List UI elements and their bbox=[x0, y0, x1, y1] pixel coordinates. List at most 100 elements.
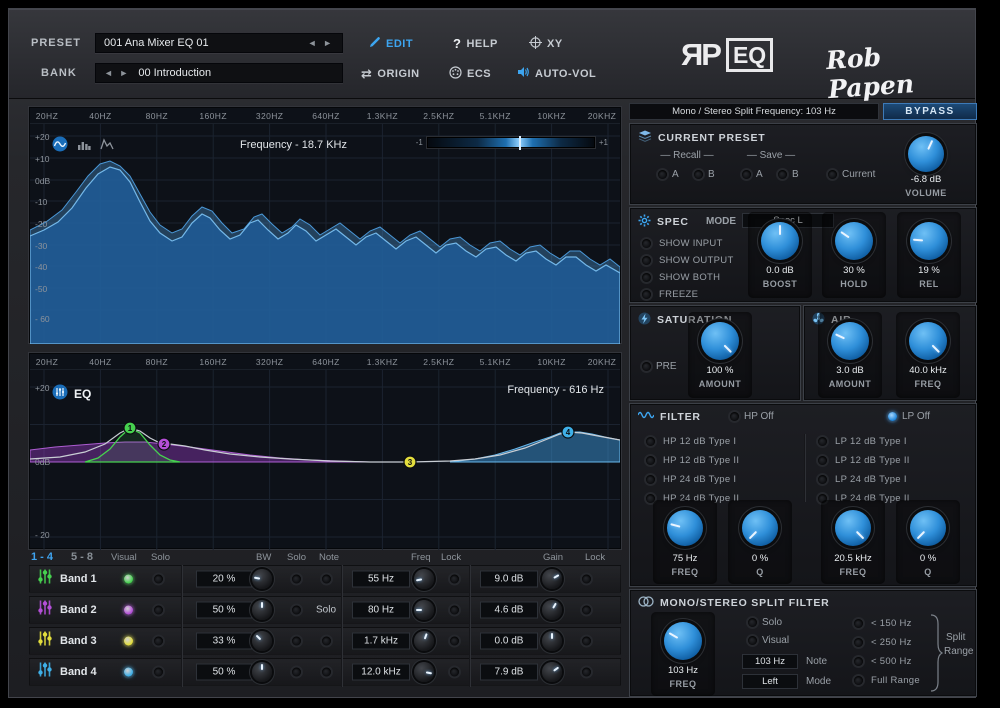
band-freq-knob[interactable] bbox=[414, 662, 434, 682]
split-range-option-150-hz[interactable]: < 150 Hz bbox=[854, 614, 920, 633]
band-gain-value[interactable]: 4.6 dB bbox=[480, 602, 538, 619]
band-freq-value[interactable]: 12.0 kHz bbox=[352, 664, 410, 681]
spec-option-show-output[interactable]: SHOW OUTPUT bbox=[642, 252, 734, 269]
band-gain-value[interactable]: 9.0 dB bbox=[480, 571, 538, 588]
band-bw-value[interactable]: 50 % bbox=[196, 664, 252, 681]
band-bw-value[interactable]: 50 % bbox=[196, 602, 252, 619]
split-note-value[interactable]: 103 Hz bbox=[742, 654, 798, 669]
hp-freq-knob[interactable] bbox=[667, 510, 703, 546]
band-freq-knob[interactable] bbox=[414, 569, 434, 589]
band-freq-value[interactable]: 80 Hz bbox=[352, 602, 410, 619]
split-range-option-500-hz[interactable]: < 500 Hz bbox=[854, 652, 920, 671]
band-visual-led[interactable] bbox=[124, 575, 133, 584]
band-bw-knob[interactable] bbox=[252, 662, 272, 682]
save-a-led[interactable] bbox=[742, 170, 751, 179]
filter-option-hp-24-db-type-i[interactable]: HP 24 dB Type I bbox=[646, 470, 739, 489]
band-note-led[interactable] bbox=[322, 637, 331, 646]
band-freq-lock-led[interactable] bbox=[450, 637, 459, 646]
split-solo-led[interactable] bbox=[748, 618, 757, 627]
filter-option-lp-12-db-type-i[interactable]: LP 12 dB Type I bbox=[818, 432, 910, 451]
hp-q-knob[interactable] bbox=[742, 510, 778, 546]
lp-freq-knob[interactable] bbox=[835, 510, 871, 546]
spec-option-show-both[interactable]: SHOW BOTH bbox=[642, 269, 734, 286]
bypass-button[interactable]: BYPASS bbox=[883, 103, 977, 120]
volume-knob[interactable] bbox=[908, 136, 944, 172]
band-solo2-led[interactable] bbox=[292, 668, 301, 677]
air-freq-knob[interactable] bbox=[909, 322, 947, 360]
band-freq-lock-led[interactable] bbox=[450, 668, 459, 677]
preset-selector[interactable]: 001 Ana Mixer EQ 01 ◄ ► bbox=[95, 33, 343, 53]
band-gain-lock-led[interactable] bbox=[582, 606, 591, 615]
band-solo2-led[interactable] bbox=[292, 575, 301, 584]
bank-selector[interactable]: ◄ ► 00 Introduction bbox=[95, 63, 343, 83]
band-visual-led[interactable] bbox=[124, 668, 133, 677]
hp-off-led[interactable] bbox=[730, 412, 739, 421]
preset-prev-next-arrows[interactable]: ◄ ► bbox=[308, 38, 334, 48]
eq-band-node-1[interactable]: 1 bbox=[124, 422, 136, 434]
band-gain-value[interactable]: 0.0 dB bbox=[480, 633, 538, 650]
split-range-option-250-hz[interactable]: < 250 Hz bbox=[854, 633, 920, 652]
spec-option-freeze[interactable]: FREEZE bbox=[642, 286, 734, 303]
band-freq-lock-led[interactable] bbox=[450, 606, 459, 615]
band-bw-knob[interactable] bbox=[252, 600, 272, 620]
air-amount-knob[interactable] bbox=[831, 322, 869, 360]
band-solo-led[interactable] bbox=[154, 668, 163, 677]
save-b-led[interactable] bbox=[778, 170, 787, 179]
lp-off-led[interactable] bbox=[888, 412, 897, 421]
recall-a-led[interactable] bbox=[658, 170, 667, 179]
recall-b-led[interactable] bbox=[694, 170, 703, 179]
edit-button[interactable]: EDIT bbox=[369, 36, 413, 51]
band-gain-value[interactable]: 7.9 dB bbox=[480, 664, 538, 681]
spec-option-show-input[interactable]: SHOW INPUT bbox=[642, 235, 734, 252]
band-gain-lock-led[interactable] bbox=[582, 637, 591, 646]
tab-bands-5-8[interactable]: 5 - 8 bbox=[71, 551, 93, 563]
band-freq-lock-led[interactable] bbox=[450, 575, 459, 584]
bank-prev-next-arrows[interactable]: ◄ ► bbox=[104, 68, 130, 78]
current-led[interactable] bbox=[828, 170, 837, 179]
band-bw-knob[interactable] bbox=[252, 631, 272, 651]
origin-button[interactable]: ⇄ ORIGIN bbox=[361, 66, 420, 82]
band-gain-knob[interactable] bbox=[542, 631, 562, 651]
split-mode-value[interactable]: Left bbox=[742, 674, 798, 689]
band-gain-lock-led[interactable] bbox=[582, 668, 591, 677]
boost-knob[interactable] bbox=[761, 222, 799, 260]
band-bw-value[interactable]: 33 % bbox=[196, 633, 252, 650]
tilt-slider-track[interactable] bbox=[427, 137, 595, 148]
band-solo-led[interactable] bbox=[154, 606, 163, 615]
spectrum-tilt-slider[interactable]: -1 +1 bbox=[416, 137, 608, 148]
ecs-button[interactable]: ECS bbox=[449, 66, 491, 82]
saturation-pre-led[interactable] bbox=[642, 362, 651, 371]
band-visual-led[interactable] bbox=[124, 637, 133, 646]
band-solo-led[interactable] bbox=[154, 575, 163, 584]
eq-band-node-3[interactable]: 3 bbox=[404, 456, 416, 468]
tilt-slider-handle[interactable] bbox=[519, 136, 521, 150]
xy-button[interactable]: XY bbox=[529, 36, 563, 52]
filter-option-lp-12-db-type-ii[interactable]: LP 12 dB Type II bbox=[818, 451, 910, 470]
band-solo2-led[interactable] bbox=[292, 606, 301, 615]
band-freq-value[interactable]: 55 Hz bbox=[352, 571, 410, 588]
band-solo2-led[interactable] bbox=[292, 637, 301, 646]
band-gain-knob[interactable] bbox=[542, 569, 562, 589]
spectrum-graph[interactable] bbox=[30, 124, 620, 344]
band-gain-lock-led[interactable] bbox=[582, 575, 591, 584]
split-freq-knob[interactable] bbox=[664, 622, 702, 660]
hold-knob[interactable] bbox=[835, 222, 873, 260]
spectrum-bars-icon[interactable] bbox=[77, 137, 91, 156]
band-note-led[interactable] bbox=[322, 575, 331, 584]
band-gain-knob[interactable] bbox=[542, 662, 562, 682]
spectrum-decay-icon[interactable] bbox=[100, 137, 114, 156]
filter-option-hp-12-db-type-ii[interactable]: HP 12 dB Type II bbox=[646, 451, 739, 470]
band-solo-led[interactable] bbox=[154, 637, 163, 646]
saturation-amount-knob[interactable] bbox=[701, 322, 739, 360]
auto-vol-button[interactable]: AUTO-VOL bbox=[517, 66, 596, 81]
eq-graph[interactable]: 1234 bbox=[30, 370, 620, 550]
band-bw-value[interactable]: 20 % bbox=[196, 571, 252, 588]
tab-bands-1-4[interactable]: 1 - 4 bbox=[31, 551, 53, 563]
band-gain-knob[interactable] bbox=[542, 600, 562, 620]
band-bw-knob[interactable] bbox=[252, 569, 272, 589]
filter-option-hp-12-db-type-i[interactable]: HP 12 dB Type I bbox=[646, 432, 739, 451]
spectrum-curve-icon[interactable] bbox=[52, 136, 68, 157]
rel-knob[interactable] bbox=[910, 222, 948, 260]
band-note-led[interactable] bbox=[322, 668, 331, 677]
filter-option-lp-24-db-type-i[interactable]: LP 24 dB Type I bbox=[818, 470, 910, 489]
